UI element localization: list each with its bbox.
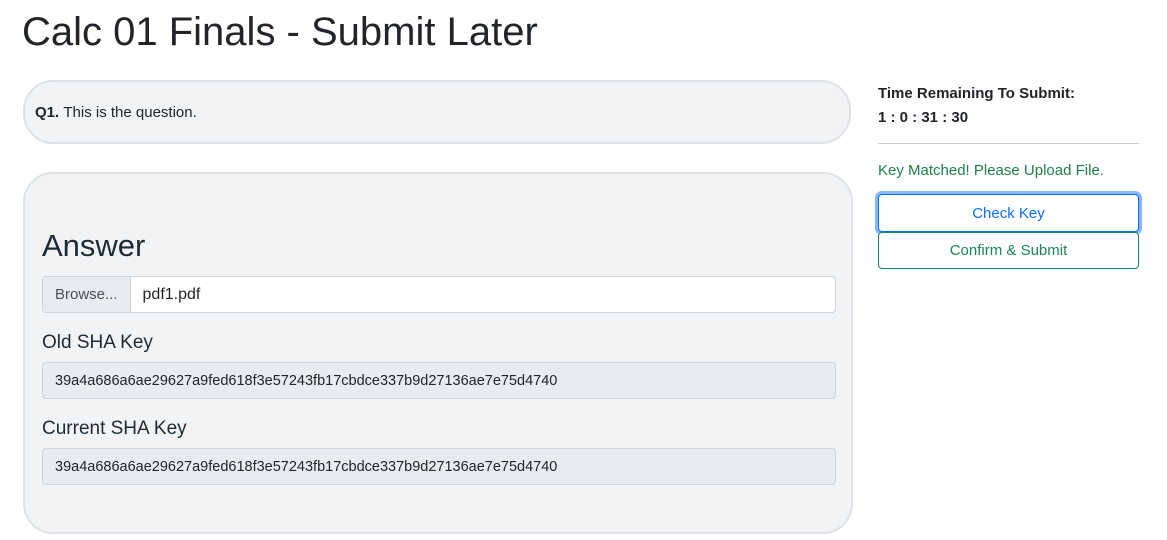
question-card: Q1. This is the question. [23,80,851,144]
file-input[interactable]: Browse... pdf1.pdf [42,276,836,313]
check-key-button[interactable]: Check Key [878,194,1139,232]
current-key-field: 39a4a686a6ae29627a9fed618f3e57243fb17cbd… [42,448,836,485]
browse-button[interactable]: Browse... [43,277,131,312]
status-message: Key Matched! Please Upload File. [878,162,1104,179]
file-name: pdf1.pdf [142,285,201,303]
answer-card: Answer Browse... pdf1.pdf Old SHA Key 39a… [23,172,853,534]
answer-heading: Answer [42,228,146,263]
old-key-field: 39a4a686a6ae29627a9fed618f3e57243fb17cbd… [42,362,836,399]
question-number: Q1. [35,103,60,121]
time-remaining-value: 1 : 0 : 31 : 30 [878,109,969,126]
current-key-label: Current SHA Key [42,418,187,439]
confirm-submit-button[interactable]: Confirm & Submit [878,232,1139,269]
time-remaining-label: Time Remaining To Submit: [878,85,1075,102]
old-key-label: Old SHA Key [42,332,153,353]
sidebar: Time Remaining To Submit: 1 : 0 : 31 : 3… [878,82,1139,269]
question-text: This is the question. [63,103,197,121]
page-title: Calc 01 Finals - Submit Later [22,10,538,54]
divider [878,143,1139,144]
